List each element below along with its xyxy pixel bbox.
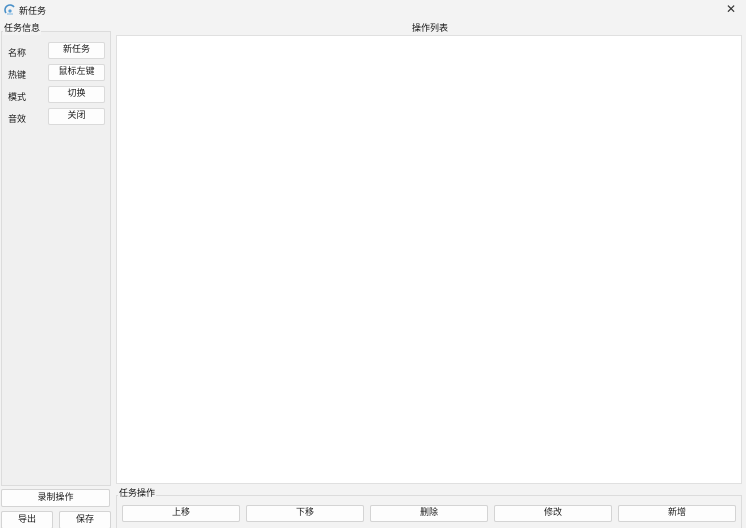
name-label: 名称: [8, 49, 27, 59]
app-logo-icon: [4, 4, 15, 15]
modify-button[interactable]: 修改: [494, 505, 612, 522]
task-info-group: 名称 新任务 热键 鼠标左键 模式 切换 音效 关闭: [1, 31, 111, 486]
info-row-sound: 音效 关闭: [2, 108, 112, 126]
move-up-button[interactable]: 上移: [122, 505, 240, 522]
save-button[interactable]: 保存: [59, 511, 111, 528]
info-row-hotkey: 热键 鼠标左键: [2, 64, 112, 82]
operation-list[interactable]: [116, 35, 742, 484]
task-ops-title: 任务操作: [118, 489, 157, 500]
record-operation-button[interactable]: 录制操作: [1, 489, 110, 507]
title-bar: 新任务 ✕: [0, 0, 746, 20]
app-window: 新任务 ✕ 名称 新任务 热键 鼠标左键 模式 切换 音效 关闭 任务信息 操作…: [0, 0, 746, 528]
export-button[interactable]: 导出: [1, 511, 53, 528]
sound-button[interactable]: 关闭: [48, 108, 105, 125]
add-button[interactable]: 新增: [618, 505, 736, 522]
hotkey-label: 热键: [8, 71, 27, 81]
info-row-mode: 模式 切换: [2, 86, 112, 104]
hotkey-button[interactable]: 鼠标左键: [48, 64, 105, 81]
info-row-name: 名称 新任务: [2, 42, 112, 60]
mode-button[interactable]: 切换: [48, 86, 105, 103]
name-button[interactable]: 新任务: [48, 42, 105, 59]
close-icon: ✕: [725, 2, 737, 16]
operation-list-title: 操作列表: [411, 24, 450, 35]
task-info-title: 任务信息: [3, 24, 42, 35]
delete-button[interactable]: 删除: [370, 505, 488, 522]
close-button[interactable]: ✕: [722, 1, 740, 17]
sound-label: 音效: [8, 115, 27, 125]
move-down-button[interactable]: 下移: [246, 505, 364, 522]
mode-label: 模式: [8, 93, 27, 103]
window-title: 新任务: [19, 7, 47, 17]
